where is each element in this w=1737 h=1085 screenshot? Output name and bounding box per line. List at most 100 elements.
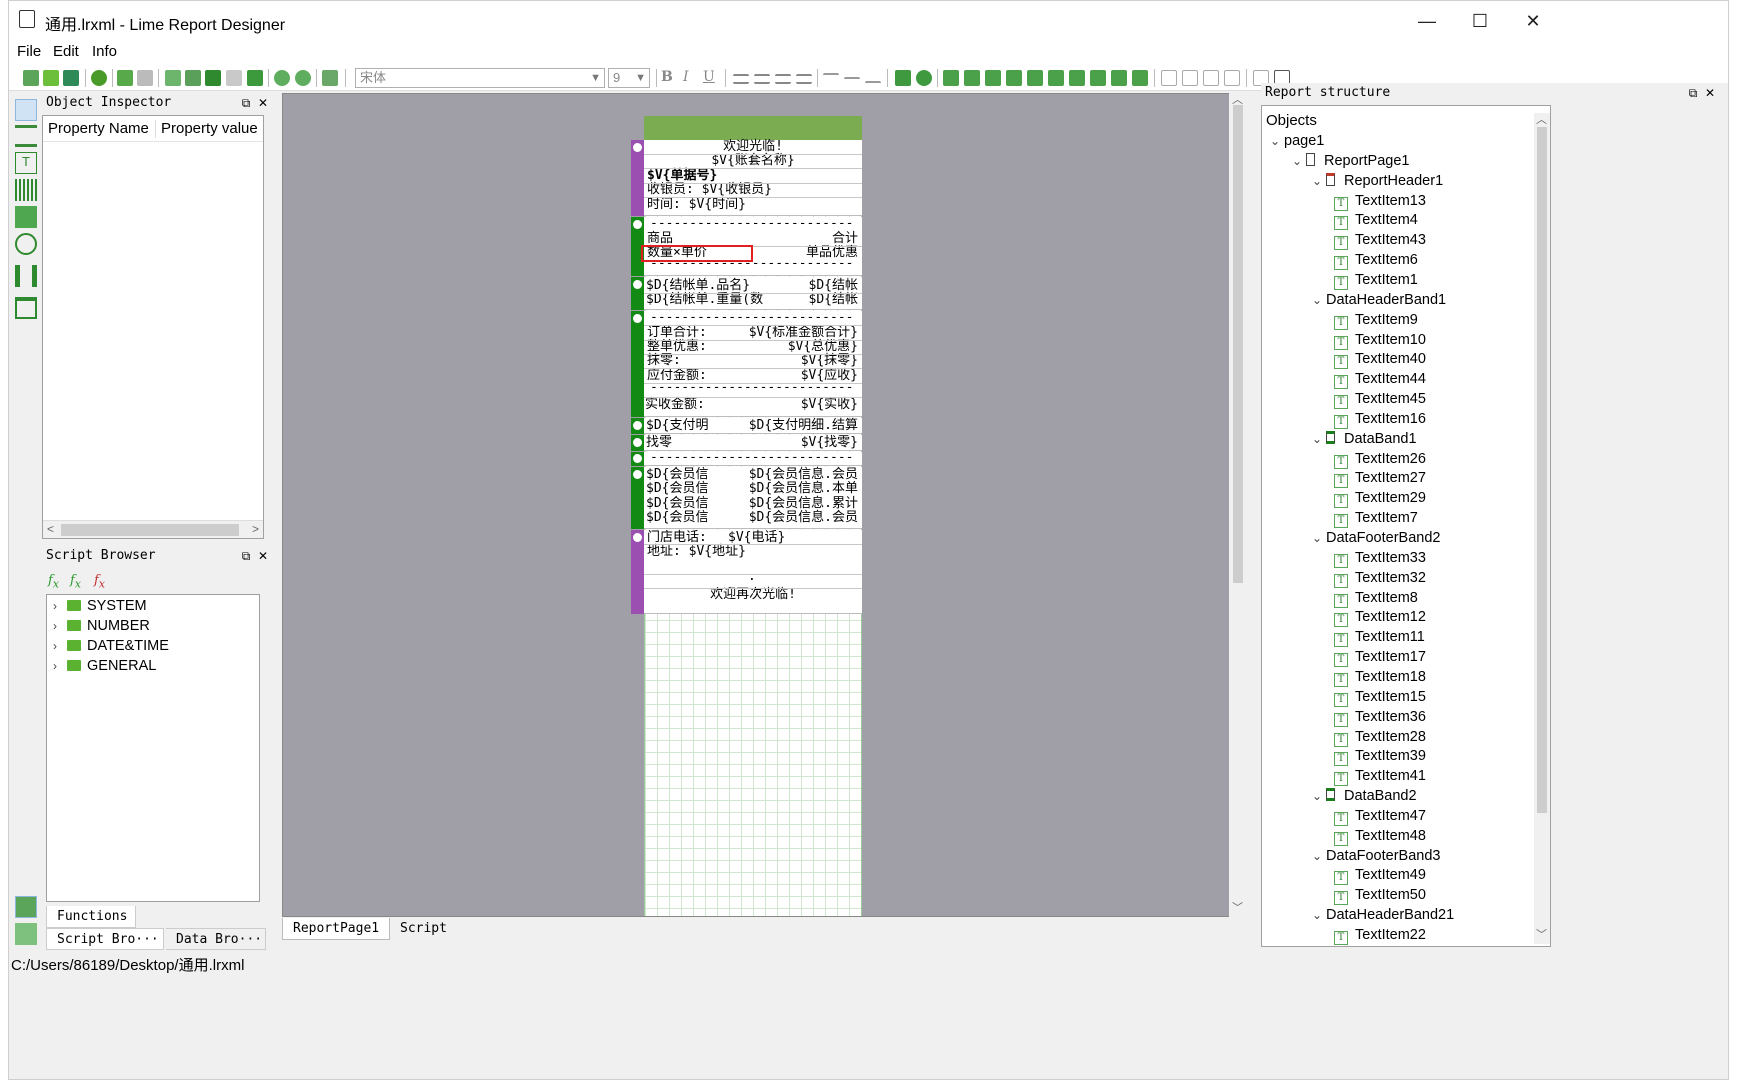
text-bill-number[interactable]: $V{单据号} <box>647 169 717 183</box>
close-icon[interactable]: ✕ <box>258 96 268 110</box>
snap-icon[interactable] <box>916 70 932 86</box>
send-back-icon[interactable] <box>964 70 980 86</box>
tab-functions[interactable]: Functions <box>46 906 136 928</box>
band-data-header[interactable]: -------------------------- 商品 合计 数量×单价 单… <box>631 217 862 276</box>
band-change[interactable]: 找零 $V{找零} <box>631 435 862 451</box>
scroll-right-icon[interactable]: > <box>252 522 259 536</box>
chevron-down-icon[interactable]: ⌄ <box>1312 429 1326 449</box>
tree-item-band[interactable]: ⌄ DataHeaderBand21 <box>1312 905 1454 925</box>
tree-item-band[interactable]: ⌄ DataBand2 <box>1312 786 1417 806</box>
dock-toggle-1-icon[interactable] <box>15 896 37 918</box>
tree-item-text[interactable]: T TextItem7 <box>1334 508 1418 529</box>
text-item-weight[interactable]: $D{结帐单.重量(数 <box>646 293 763 307</box>
tree-item-text[interactable]: T TextItem29 <box>1334 488 1426 509</box>
underline-button[interactable]: U <box>703 69 715 85</box>
add-function-icon[interactable]: fx <box>48 573 59 591</box>
align-lefts-icon[interactable] <box>985 70 1001 86</box>
text-rounding-label[interactable]: 抹零: <box>647 354 681 368</box>
open-icon[interactable] <box>43 70 59 86</box>
text-total[interactable]: 合计 <box>832 232 858 246</box>
text-order-total-value[interactable]: $V{标准金额合计} <box>749 326 858 340</box>
text-dashes[interactable]: -------------------------- <box>650 217 854 231</box>
align-tops-icon[interactable] <box>1048 70 1064 86</box>
chevron-down-icon[interactable]: ⌄ <box>1292 151 1306 171</box>
tree-item-band[interactable]: ⌄ DataFooterBand2 <box>1312 528 1440 548</box>
tree-item-text[interactable]: T TextItem39 <box>1334 746 1426 767</box>
band-payment[interactable]: $D{支付明 $D{支付明细.结算 <box>631 418 862 434</box>
tree-item-text[interactable]: T TextItem15 <box>1334 687 1426 707</box>
tree-item-number[interactable]: › NUMBER <box>53 616 150 636</box>
menu-info[interactable]: Info <box>92 43 117 60</box>
text-cashier[interactable]: 收银员: $V{收银员} <box>647 183 772 197</box>
tree-item-general[interactable]: › GENERAL <box>53 656 156 676</box>
close-icon[interactable]: ✕ <box>258 549 268 563</box>
tree-item-text[interactable]: T TextItem26 <box>1334 449 1426 469</box>
band-report-footer[interactable]: 门店电话: $V{电话} 地址: $V{地址} . 欢迎再次光临! <box>631 530 862 614</box>
chevron-down-icon[interactable]: ⌄ <box>1312 290 1326 310</box>
text-member-left-3[interactable]: $D{会员信 <box>646 497 708 511</box>
text-order-total-label[interactable]: 订单合计: <box>647 326 707 340</box>
tab-script-browser[interactable]: Script Bro··· <box>46 928 164 950</box>
text-change-label[interactable]: 找零 <box>646 436 672 450</box>
structure-tree[interactable]: Objects ⌄ page1 ⌄ ReportPage1 ⌄ ReportHeader1… <box>1261 105 1551 947</box>
image-tool-icon[interactable] <box>15 206 37 228</box>
menu-file[interactable]: File <box>17 43 41 60</box>
tree-item-band[interactable]: ⌄ DataHeaderBand1 <box>1312 290 1446 310</box>
copy-icon[interactable] <box>165 70 181 86</box>
tree-item-text[interactable]: T TextItem11 <box>1334 627 1425 648</box>
property-table[interactable]: Property Name Property value < > <box>42 115 264 539</box>
bold-button[interactable]: B <box>661 69 673 85</box>
column-property-value[interactable]: Property value <box>161 120 258 137</box>
band-tool-icon[interactable] <box>15 125 37 147</box>
text-account-name[interactable]: $V{账套名称} <box>644 154 862 168</box>
tree-item-text[interactable]: T TextItem13 <box>1334 191 1426 211</box>
tree-item-text[interactable]: T TextItem47 <box>1334 806 1426 826</box>
hlayout-tool-icon[interactable] <box>15 265 37 287</box>
text-payment-right[interactable]: $D{支付明细.结算 <box>749 419 858 433</box>
maximize-button[interactable]: ☐ <box>1457 7 1503 35</box>
align-vcenter-icon[interactable] <box>1090 70 1106 86</box>
select-tool-icon[interactable] <box>15 99 37 121</box>
valign-center-icon[interactable] <box>844 77 860 81</box>
text-goods[interactable]: 商品 <box>647 232 673 246</box>
align-bottoms-icon[interactable] <box>1069 70 1085 86</box>
text-member-left-4[interactable]: $D{会员信 <box>646 511 708 525</box>
valign-top-icon[interactable] <box>823 73 839 77</box>
menu-edit[interactable]: Edit <box>53 43 79 60</box>
tree-item-band[interactable]: ⌄ DataBand1 <box>1312 429 1417 449</box>
align-justify-icon[interactable] <box>796 74 812 84</box>
chevron-down-icon[interactable]: ⌄ <box>1312 528 1326 548</box>
text-member-right-3[interactable]: $D{会员信息.累计 <box>749 497 858 511</box>
minimize-button[interactable]: — <box>1404 7 1450 35</box>
zoom-in-icon[interactable] <box>274 70 290 86</box>
delete-function-icon[interactable]: fx <box>94 573 105 591</box>
tree-item-text[interactable]: T TextItem28 <box>1334 727 1426 747</box>
canvas-vertical-scrollbar[interactable]: ︿ ﹀ <box>1229 93 1247 917</box>
tree-item-text[interactable]: T TextItem33 <box>1334 548 1426 568</box>
report-canvas[interactable]: 欢迎光临! $V{账套名称} $V{单据号} 收银员: $V{收银员} 时间: … <box>282 93 1242 917</box>
border-right-icon[interactable] <box>1224 70 1240 86</box>
font-size-select[interactable]: 9 ▼ <box>608 68 650 88</box>
band-data[interactable]: $D{结帐单.品名} $D{结帐 $D{结帐单.重量(数 $D{结帐 <box>631 277 862 310</box>
text-rounding-value[interactable]: $V{抹零} <box>801 354 858 368</box>
barcode-tool-icon[interactable] <box>15 179 37 201</box>
tree-item-text[interactable]: T TextItem17 <box>1334 647 1426 668</box>
tree-item-text[interactable]: T TextItem8 <box>1334 588 1418 608</box>
text-payment-left[interactable]: $D{支付明 <box>646 419 708 433</box>
tree-item-band[interactable]: ⌄ ReportHeader1 <box>1312 171 1443 191</box>
text-item-name[interactable]: $D{结帐单.品名} <box>646 279 750 293</box>
italic-button[interactable]: I <box>683 69 689 85</box>
band-report-header[interactable]: 欢迎光临! $V{账套名称} $V{单据号} 收银员: $V{收银员} 时间: … <box>631 140 862 216</box>
float-icon[interactable]: ⧉ <box>1689 86 1698 100</box>
text-item-amount[interactable]: $D{结帐 <box>809 279 858 293</box>
edit-function-icon[interactable]: fx <box>70 573 81 591</box>
tree-item-text[interactable]: T TextItem49 <box>1334 865 1426 886</box>
border-left-icon[interactable] <box>1203 70 1219 86</box>
tree-item-text[interactable]: T TextItem18 <box>1334 667 1426 687</box>
text-item-amount-2[interactable]: $D{结帐 <box>809 293 858 307</box>
band-member[interactable]: $D{会员信 $D{会员信息.会员 $D{会员信 $D{会员信息.本单 $D{会… <box>631 467 862 529</box>
border-top-icon[interactable] <box>1161 70 1177 86</box>
text-member-left-1[interactable]: $D{会员信 <box>646 468 708 482</box>
text-dashes[interactable]: -------------------------- <box>650 311 854 325</box>
tree-item-text[interactable]: T TextItem22 <box>1334 925 1426 945</box>
